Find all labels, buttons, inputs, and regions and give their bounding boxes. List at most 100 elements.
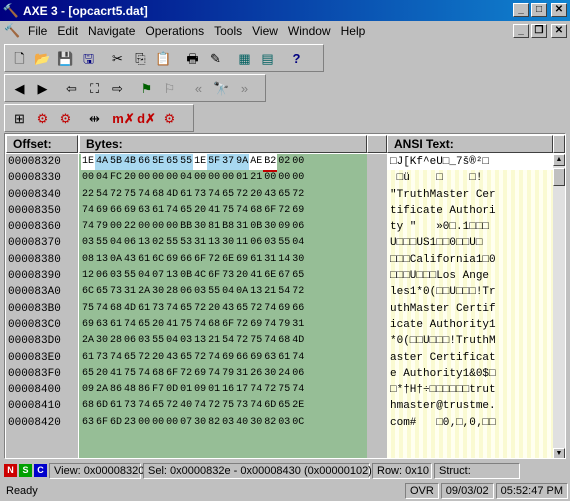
byte-cell[interactable]: 30	[263, 366, 277, 382]
byte-cell[interactable]: 20	[151, 350, 165, 366]
byte-cell[interactable]: 66	[109, 203, 123, 219]
byte-cell[interactable]: 43	[221, 301, 235, 317]
byte-cell[interactable]: BB	[179, 219, 193, 235]
byte-cell[interactable]: 6D	[263, 398, 277, 414]
byte-cell[interactable]: 04	[179, 170, 193, 186]
mode-c-indicator[interactable]: C	[34, 464, 47, 477]
zoom-fit-icon[interactable]: ⛶	[83, 77, 106, 99]
compare-icon[interactable]: ⚙	[31, 107, 54, 129]
byte-cell[interactable]: 63	[263, 350, 277, 366]
byte-cell[interactable]: 61	[137, 301, 151, 317]
byte-cell[interactable]: 74	[137, 366, 151, 382]
byte-cell[interactable]: 06	[291, 219, 305, 235]
byte-cell[interactable]: 1E	[193, 154, 208, 171]
ansi-row[interactable]: *0(□□U□□□!TruthM	[387, 333, 553, 349]
byte-cell[interactable]: 69	[165, 252, 179, 268]
byte-cell[interactable]: 74	[263, 301, 277, 317]
byte-cell[interactable]: 86	[137, 382, 151, 398]
byte-cell[interactable]: 00	[291, 170, 305, 186]
ansi-row[interactable]: uthMaster Certif	[387, 301, 553, 317]
byte-cell[interactable]: 00	[207, 170, 221, 186]
byte-cell[interactable]: 30	[193, 219, 207, 235]
byte-cell[interactable]: 69	[291, 203, 305, 219]
byte-cell[interactable]: 06	[95, 268, 109, 284]
byte-row[interactable]: 65 20 41 75 74 68 6F 72 69 74 79 31 26 30 24 06	[79, 366, 367, 382]
byte-cell[interactable]: 55	[151, 333, 165, 349]
scroll-down-arrow-icon[interactable]: ▼	[553, 448, 565, 458]
byte-cell[interactable]: 6C	[151, 252, 165, 268]
byte-cell[interactable]: 75	[123, 366, 137, 382]
byte-cell[interactable]: 01	[179, 382, 193, 398]
compare-next-icon[interactable]: ⚙	[54, 107, 77, 129]
byte-cell[interactable]: 69	[249, 350, 263, 366]
find-prev-icon[interactable]: «	[187, 77, 210, 99]
paste-icon[interactable]: 📋	[152, 47, 175, 69]
help-icon[interactable]: ?	[285, 47, 308, 69]
byte-cell[interactable]: 61	[277, 350, 291, 366]
byte-cell[interactable]: 07	[151, 268, 165, 284]
byte-cell[interactable]: 30	[193, 415, 207, 431]
byte-row[interactable]: 03 55 04 06 13 02 55 53 31 13 30 11 06 03 55 04	[79, 235, 367, 251]
byte-row[interactable]: 1E 4A 5B 4B 66 5E 65 55 1E 5F 37 9A AE B2 02 00	[79, 154, 367, 173]
byte-cell[interactable]: 06	[249, 235, 263, 251]
byte-cell[interactable]: 30	[263, 219, 277, 235]
byte-cell[interactable]: 72	[235, 317, 249, 333]
byte-cell[interactable]: 41	[207, 203, 221, 219]
byte-cell[interactable]: 72	[165, 398, 179, 414]
byte-cell[interactable]: 4B	[123, 154, 138, 171]
byte-cell[interactable]: 6F	[221, 317, 235, 333]
byte-cell[interactable]: 40	[179, 398, 193, 414]
byte-cell[interactable]: 00	[137, 219, 151, 235]
byte-cell[interactable]: 79	[221, 366, 235, 382]
byte-row[interactable]: 6C 65 73 31 2A 30 28 06 03 55 04 0A 13 21 54 72	[79, 284, 367, 300]
ansi-row[interactable]: les1*0(□□U□□□!Tr	[387, 284, 553, 300]
byte-cell[interactable]: 72	[193, 301, 207, 317]
byte-cell[interactable]: 65	[277, 398, 291, 414]
byte-cell[interactable]: 28	[109, 333, 123, 349]
byte-cell[interactable]: 03	[179, 333, 193, 349]
byte-cell[interactable]: 43	[165, 350, 179, 366]
byte-cell[interactable]: 68	[249, 203, 263, 219]
bookmark-set-icon[interactable]: ⚑	[135, 77, 158, 99]
ansi-column[interactable]: □J[Kf^eU□_7š®²□ □ü □ □! "TruthMaster Cer…	[387, 154, 553, 458]
byte-cell[interactable]: 61	[151, 203, 165, 219]
ansi-row[interactable]: □□□U□□□Los Ange	[387, 268, 553, 284]
byte-row[interactable]: 63 6F 6D 23 00 00 00 07 30 82 03 40 30 82 03 0C	[79, 415, 367, 431]
byte-cell[interactable]: 61	[109, 317, 123, 333]
byte-cell[interactable]: 1E	[81, 154, 96, 171]
byte-cell[interactable]: 13	[137, 235, 151, 251]
ansi-row[interactable]: U□□□US1□□0□□U□	[387, 235, 553, 251]
byte-cell[interactable]: 31	[263, 252, 277, 268]
byte-cell[interactable]: 86	[109, 382, 123, 398]
byte-cell[interactable]: 00	[165, 170, 179, 186]
split-icon[interactable]: ⇹	[83, 107, 106, 129]
byte-cell[interactable]: 0C	[291, 415, 305, 431]
byte-cell[interactable]: 21	[207, 333, 221, 349]
byte-cell[interactable]: 01	[207, 382, 221, 398]
byte-cell[interactable]: B8	[221, 219, 235, 235]
byte-cell[interactable]: 74	[81, 203, 95, 219]
byte-cell[interactable]: 9A	[235, 154, 250, 171]
mode-s-indicator[interactable]: S	[19, 464, 32, 477]
byte-cell[interactable]: 03	[263, 235, 277, 251]
byte-cell[interactable]: 74	[249, 382, 263, 398]
byte-cell[interactable]: 65	[165, 154, 180, 171]
byte-cell[interactable]: 4D	[291, 333, 305, 349]
close-button[interactable]: ✕	[551, 3, 567, 17]
byte-cell[interactable]: 6E	[221, 252, 235, 268]
byte-cell[interactable]: 09	[193, 382, 207, 398]
byte-cell[interactable]: 06	[123, 333, 137, 349]
copy-icon[interactable]: ⎘	[129, 47, 152, 69]
byte-cell[interactable]: 03	[221, 415, 235, 431]
byte-cell[interactable]: 74	[249, 398, 263, 414]
byte-cell[interactable]: 00	[109, 219, 123, 235]
byte-cell[interactable]: 67	[277, 268, 291, 284]
byte-cell[interactable]: 23	[123, 415, 137, 431]
byte-cell[interactable]: 43	[123, 252, 137, 268]
byte-cell[interactable]: 66	[235, 350, 249, 366]
byte-cell[interactable]: 74	[109, 350, 123, 366]
byte-cell[interactable]: 41	[165, 317, 179, 333]
byte-cell[interactable]: 6F	[165, 366, 179, 382]
byte-cell[interactable]: 68	[151, 366, 165, 382]
byte-cell[interactable]: 48	[123, 382, 137, 398]
